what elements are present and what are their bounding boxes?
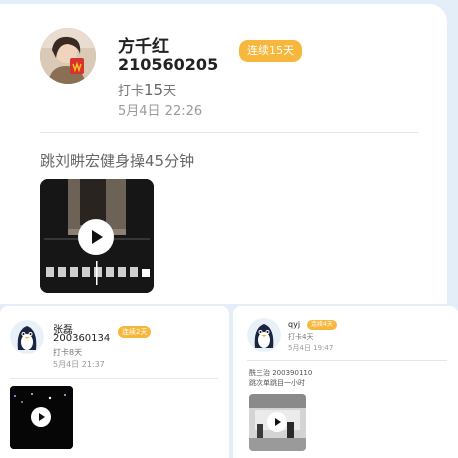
divider [40,132,418,133]
video-thumbnail[interactable] [249,394,306,451]
student-id: 200360134 [53,333,111,344]
checkin-suffix: 天 [163,84,177,99]
checkin-count: 打卡8天 [53,348,83,357]
post-datetime: 5月4日 22:26 [118,104,203,119]
play-icon [39,413,45,421]
post-card-left[interactable]: 张磊 200360134 连续2天 打卡8天 5月4日 21:37 [0,306,229,458]
penguin-avatar-icon [10,320,44,354]
post-title-line-1: 酰三治 200390110 [249,369,313,377]
user-name: qyj [288,320,301,329]
penguin-avatar-icon [247,318,281,352]
streak-badge: 连续4天 [307,320,337,330]
play-button[interactable] [267,412,287,432]
play-button[interactable] [78,219,114,255]
user-avatar[interactable] [40,28,96,84]
post-card-right[interactable]: qyj 连续4天 打卡4天 5月4日 19:47 酰三治 200390110 跳… [233,306,458,458]
video-thumbnail[interactable] [40,179,154,293]
main-post-card[interactable]: 方千红 210560205 连续15天 打卡15天 5月4日 22:26 跳刘畊… [0,4,447,304]
user-avatar[interactable] [10,320,44,354]
checkin-prefix: 打卡 [118,84,145,99]
checkin-number: 15 [144,81,164,99]
streak-badge: 连续15天 [239,40,302,62]
post-title-line-2: 跳次单跳目一小时 [249,379,305,387]
play-icon [92,230,103,244]
post-title: 跳刘畊宏健身操45分钟 [40,152,195,170]
user-avatar[interactable] [247,318,281,352]
checkin-count: 打卡15天 [118,80,176,99]
play-icon [275,418,281,426]
post-datetime: 5月4日 19:47 [288,344,334,352]
streak-badge: 连续2天 [118,326,152,338]
play-button[interactable] [31,407,51,427]
post-datetime: 5月4日 21:37 [53,360,105,369]
user-name: 方千红 [118,37,169,57]
divider [10,378,218,379]
student-id: 210560205 [118,55,219,74]
checkin-count: 打卡4天 [288,333,314,341]
video-thumbnail[interactable] [10,386,73,449]
divider [247,360,447,361]
